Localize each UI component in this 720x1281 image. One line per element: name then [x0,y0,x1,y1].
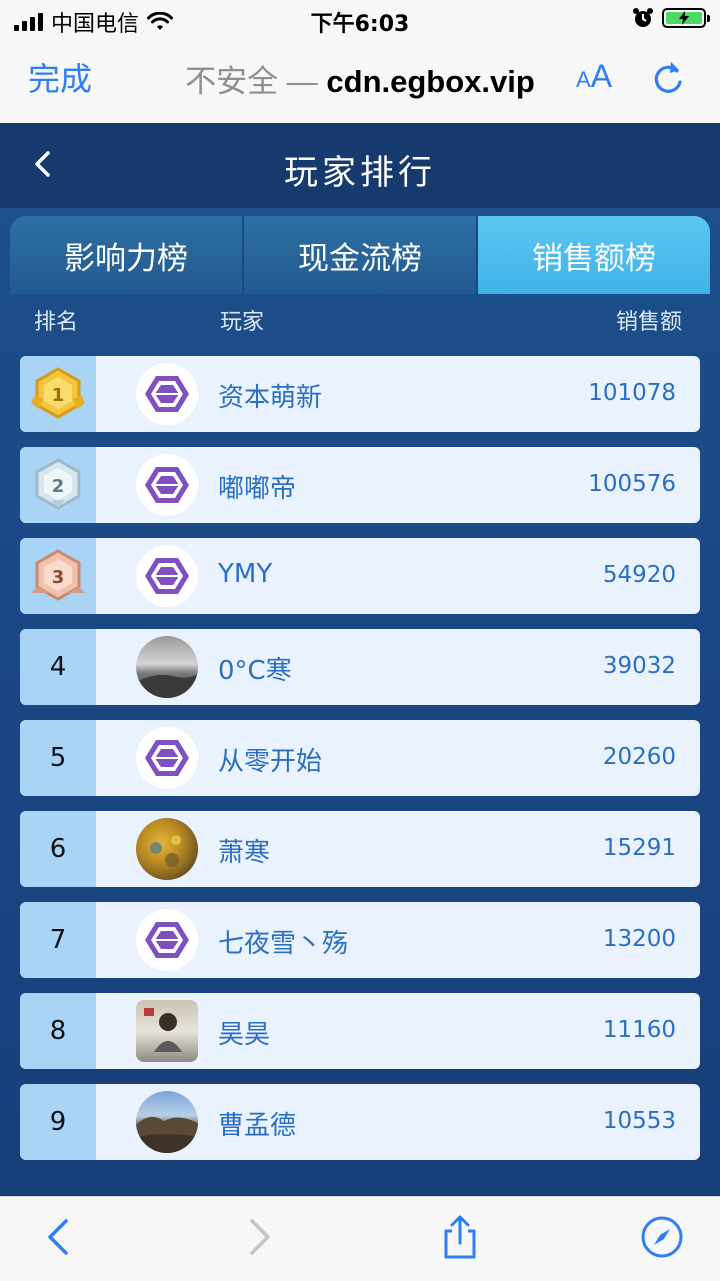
gold-medal-icon: 1 [31,367,85,419]
browser-url-bar: 完成 不安全 — cdn.egbox.vip AA [0,40,720,123]
ranking-row[interactable]: 3 YMY 54920 [20,538,700,614]
player-name: 嘟嘟帝 [218,474,297,504]
player-name: 萧寒 [218,838,271,868]
ranking-row[interactable]: 2 嘟嘟帝 100576 [20,447,700,523]
hexagon-avatar-icon [145,922,189,958]
text-size-small-label: A [576,67,591,92]
insecure-label: 不安全 — [185,64,318,99]
rank-number: 8 [20,993,96,1069]
player-avatar [136,1000,198,1062]
ranking-row[interactable]: 1 资本萌新 101078 [20,356,700,432]
player-name: 曹孟德 [218,1111,297,1141]
ranking-row[interactable]: 8 昊昊 11160 [20,993,700,1069]
column-headers: 排名 玩家 销售额 [0,304,720,335]
ranking-row[interactable]: 6 萧寒 15291 [20,811,700,887]
rank-cell: 1 [20,356,96,432]
page-header: 玩家排行 [0,123,720,208]
player-name: 资本萌新 [218,383,323,413]
tab-sales[interactable]: 销售额榜 [478,216,710,294]
rank-number: 2 [52,476,65,497]
rank-number: 6 [20,811,96,887]
ranking-row[interactable]: 9 曹孟德 10553 [20,1084,700,1160]
status-time: 下午6:03 [310,12,410,37]
status-bar: 中国电信 下午6:03 [0,0,720,40]
hexagon-avatar-icon [145,740,189,776]
ranking-row[interactable]: 4 0°C寒 39032 [20,629,700,705]
sales-value: 101078 [588,380,676,406]
tab-cashflow[interactable]: 现金流榜 [244,216,478,294]
rank-number: 1 [52,385,65,406]
player-avatar [136,1091,198,1153]
column-header-player: 玩家 [220,310,265,335]
hexagon-avatar-icon [145,376,189,412]
player-avatar [136,454,198,516]
sales-value: 15291 [602,835,676,861]
sales-value: 39032 [602,653,676,679]
battery-icon [662,8,710,28]
player-avatar [136,636,198,698]
text-size-big-label: A [590,58,613,94]
rank-cell: 2 [20,447,96,523]
player-name: 七夜雪丶殇 [218,929,349,959]
rank-number: 7 [20,902,96,978]
photo-person-avatar-icon [144,1008,182,1052]
player-name: 从零开始 [218,747,323,777]
tab-influence[interactable]: 影响力榜 [10,216,244,294]
column-header-sales: 销售额 [615,310,682,335]
player-avatar [136,545,198,607]
player-avatar [136,363,198,425]
column-header-rank: 排名 [34,310,79,335]
rank-number: 5 [20,720,96,796]
sales-value: 100576 [588,471,676,497]
url-domain: cdn.egbox.vip [326,64,535,99]
rank-cell: 3 [20,538,96,614]
ranking-row[interactable]: 7 七夜雪丶殇 13200 [20,902,700,978]
page-title: 玩家排行 [284,153,436,193]
player-name: 昊昊 [218,1020,271,1050]
bronze-medal-icon: 3 [31,549,85,601]
browser-forward-icon[interactable] [236,1215,280,1259]
text-size-button[interactable]: AA [576,58,612,95]
sales-value: 11160 [602,1017,676,1043]
silver-medal-icon: 2 [35,458,81,510]
leaderboard-main: 影响力榜 现金流榜 销售额榜 排名 玩家 销售额 1 资本萌新 101078 2… [0,208,720,1196]
rank-number: 9 [20,1084,96,1160]
share-icon[interactable] [438,1215,482,1259]
ranking-row[interactable]: 5 从零开始 20260 [20,720,700,796]
photo-landscape-avatar-icon [136,1116,198,1153]
player-name: YMY [218,559,273,589]
sales-value: 13200 [602,926,676,952]
browser-toolbar [0,1196,720,1281]
reload-icon[interactable] [650,58,686,98]
player-avatar [136,909,198,971]
sales-value: 20260 [602,744,676,770]
browser-back-icon[interactable] [38,1215,82,1259]
sales-value: 54920 [602,562,676,588]
photo-autumn-avatar-icon [150,835,181,867]
player-avatar [136,727,198,789]
hexagon-avatar-icon [145,558,189,594]
photo-sky-avatar-icon [136,674,198,698]
compass-icon[interactable] [640,1215,684,1259]
rank-number: 4 [20,629,96,705]
status-right [632,7,710,29]
player-avatar [136,818,198,880]
rank-number: 3 [52,567,65,588]
leaderboard-tabs: 影响力榜 现金流榜 销售额榜 [10,216,710,294]
sales-value: 10553 [602,1108,676,1134]
ranking-list: 1 资本萌新 101078 2 嘟嘟帝 100576 3 YMY 54920 4… [20,356,700,1175]
alarm-icon [633,8,653,27]
player-name: 0°C寒 [218,656,292,686]
hexagon-avatar-icon [145,467,189,503]
